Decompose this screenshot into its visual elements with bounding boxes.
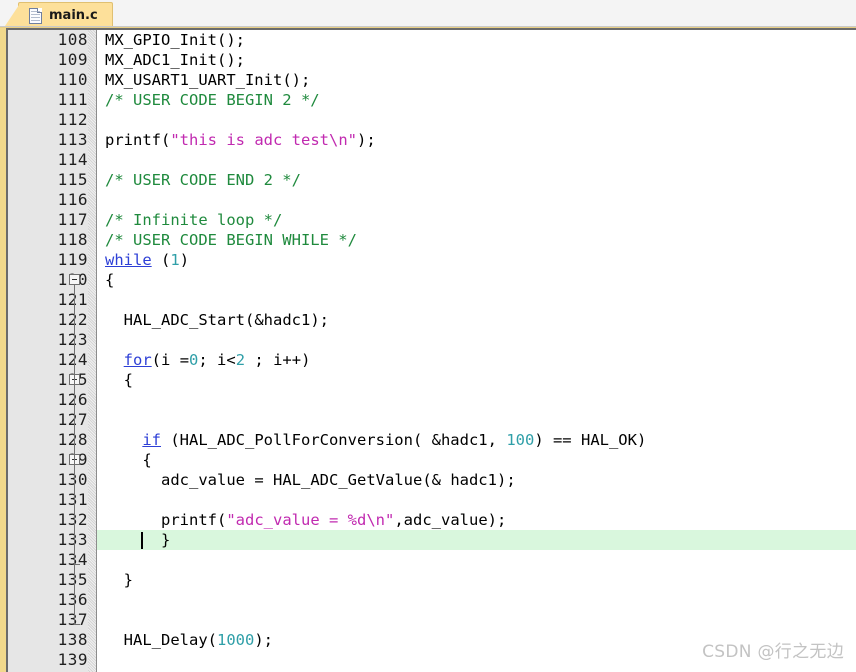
code-line[interactable]: 136 bbox=[0, 590, 856, 610]
line-text[interactable]: { bbox=[105, 270, 114, 290]
line-number: 132 bbox=[57, 510, 88, 529]
code-line[interactable]: 126 bbox=[0, 390, 856, 410]
code-line[interactable]: 133 } bbox=[0, 530, 856, 550]
line-text[interactable]: for(i =0; i<2 ; i++) bbox=[105, 350, 311, 370]
line-number: 128 bbox=[57, 430, 88, 449]
code-line[interactable]: 131 bbox=[0, 490, 856, 510]
code-line[interactable]: 117 /* Infinite loop */ bbox=[0, 210, 856, 230]
line-text[interactable]: /* USER CODE END 2 */ bbox=[105, 170, 301, 190]
line-number: 135 bbox=[57, 570, 88, 589]
code-line[interactable]: 121 bbox=[0, 290, 856, 310]
line-text[interactable]: { bbox=[105, 450, 151, 470]
line-text[interactable]: { bbox=[105, 370, 133, 390]
editor-frame: 108 MX_GPIO_Init(); 109 MX_ADC1_Init(); 110 M… bbox=[0, 28, 856, 672]
line-text[interactable]: } bbox=[105, 530, 170, 550]
line-text[interactable]: printf("adc_value = %d\n",adc_value); bbox=[105, 510, 506, 530]
fold-end-marker bbox=[74, 624, 80, 625]
code-line[interactable]: 118 /* USER CODE BEGIN WHILE */ bbox=[0, 230, 856, 250]
tab-main-c[interactable]: main.c bbox=[3, 2, 113, 29]
line-number: 126 bbox=[57, 390, 88, 409]
code-line[interactable]: 124 for(i =0; i<2 ; i++) bbox=[0, 350, 856, 370]
code-line[interactable]: 135 } bbox=[0, 570, 856, 590]
code-line[interactable]: 125 { bbox=[0, 370, 856, 390]
line-text[interactable]: if (HAL_ADC_PollForConversion( &hadc1, 1… bbox=[105, 430, 646, 450]
code-line[interactable]: 112 bbox=[0, 110, 856, 130]
code-line[interactable]: 129 { bbox=[0, 450, 856, 470]
line-number: 127 bbox=[57, 410, 88, 429]
line-number: 134 bbox=[57, 550, 88, 569]
code-line[interactable]: 111 /* USER CODE BEGIN 2 */ bbox=[0, 90, 856, 110]
line-text[interactable]: MX_GPIO_Init(); bbox=[105, 30, 245, 50]
line-number: 124 bbox=[57, 350, 88, 369]
line-number: 139 bbox=[57, 650, 88, 669]
code-line[interactable]: 116 bbox=[0, 190, 856, 210]
line-text[interactable]: while (1) bbox=[105, 250, 189, 270]
code-line[interactable]: 115 /* USER CODE END 2 */ bbox=[0, 170, 856, 190]
line-number: 137 bbox=[57, 610, 88, 629]
line-number: 112 bbox=[57, 110, 88, 129]
code-line[interactable]: 130 adc_value = HAL_ADC_GetValue(& hadc1… bbox=[0, 470, 856, 490]
line-text[interactable]: MX_ADC1_Init(); bbox=[105, 50, 245, 70]
code-line[interactable]: 114 bbox=[0, 150, 856, 170]
code-line[interactable]: 108 MX_GPIO_Init(); bbox=[0, 30, 856, 50]
line-number: 115 bbox=[57, 170, 88, 189]
line-number: 133 bbox=[57, 530, 88, 549]
line-text[interactable]: /* USER CODE BEGIN 2 */ bbox=[105, 90, 320, 110]
code-editor-window: main.c 108 MX_GPIO_Init(); 109 MX_ADC1_Init… bbox=[0, 0, 856, 672]
line-number: 131 bbox=[57, 490, 88, 509]
tab-bar: main.c bbox=[0, 0, 856, 29]
fold-rail bbox=[74, 464, 75, 564]
line-number: 110 bbox=[57, 70, 88, 89]
line-number: 123 bbox=[57, 330, 88, 349]
line-text[interactable]: printf("this is adc test\n"); bbox=[105, 130, 376, 150]
line-text[interactable]: HAL_Delay(1000); bbox=[105, 630, 273, 650]
line-text[interactable]: /* USER CODE BEGIN WHILE */ bbox=[105, 230, 357, 250]
line-text[interactable]: MX_USART1_UART_Init(); bbox=[105, 70, 310, 90]
line-number: 113 bbox=[57, 130, 88, 149]
c-source-file-icon bbox=[29, 7, 42, 24]
line-text[interactable]: /* Infinite loop */ bbox=[105, 210, 282, 230]
line-text[interactable]: adc_value = HAL_ADC_GetValue(& hadc1); bbox=[105, 470, 516, 490]
line-number: 119 bbox=[57, 250, 88, 269]
watermark: CSDN @行之无边 bbox=[702, 642, 844, 662]
tab-label: main.c bbox=[49, 8, 98, 23]
code-line[interactable]: 128 if (HAL_ADC_PollForConversion( &hadc… bbox=[0, 430, 856, 450]
line-number: 138 bbox=[57, 630, 88, 649]
line-text[interactable]: HAL_ADC_Start(&hadc1); bbox=[105, 310, 329, 330]
code-line[interactable]: 109 MX_ADC1_Init(); bbox=[0, 50, 856, 70]
line-number: 114 bbox=[57, 150, 88, 169]
code-line[interactable]: 137 bbox=[0, 610, 856, 630]
line-number: 116 bbox=[57, 190, 88, 209]
code-line[interactable]: 120{ bbox=[0, 270, 856, 290]
line-number: 117 bbox=[57, 210, 88, 229]
line-number: 108 bbox=[57, 30, 88, 49]
line-number: 121 bbox=[57, 290, 88, 309]
line-number: 111 bbox=[57, 90, 88, 109]
code-line[interactable]: 134 bbox=[0, 550, 856, 570]
line-number: 130 bbox=[57, 470, 88, 489]
line-number: 136 bbox=[57, 590, 88, 609]
code-line[interactable]: 132 printf("adc_value = %d\n",adc_value)… bbox=[0, 510, 856, 530]
text-caret bbox=[141, 532, 143, 549]
code-line[interactable]: 119 while (1) bbox=[0, 250, 856, 270]
code-line[interactable]: 127 bbox=[0, 410, 856, 430]
line-text[interactable]: } bbox=[105, 570, 133, 590]
code-line[interactable]: 110 MX_USART1_UART_Init(); bbox=[0, 70, 856, 90]
line-number: 118 bbox=[57, 230, 88, 249]
line-number: 122 bbox=[57, 310, 88, 329]
line-number: 109 bbox=[57, 50, 88, 69]
code-line[interactable]: 123 bbox=[0, 330, 856, 350]
code-line[interactable]: 113 printf("this is adc test\n"); bbox=[0, 130, 856, 150]
code-line[interactable]: 122 HAL_ADC_Start(&hadc1); bbox=[0, 310, 856, 330]
